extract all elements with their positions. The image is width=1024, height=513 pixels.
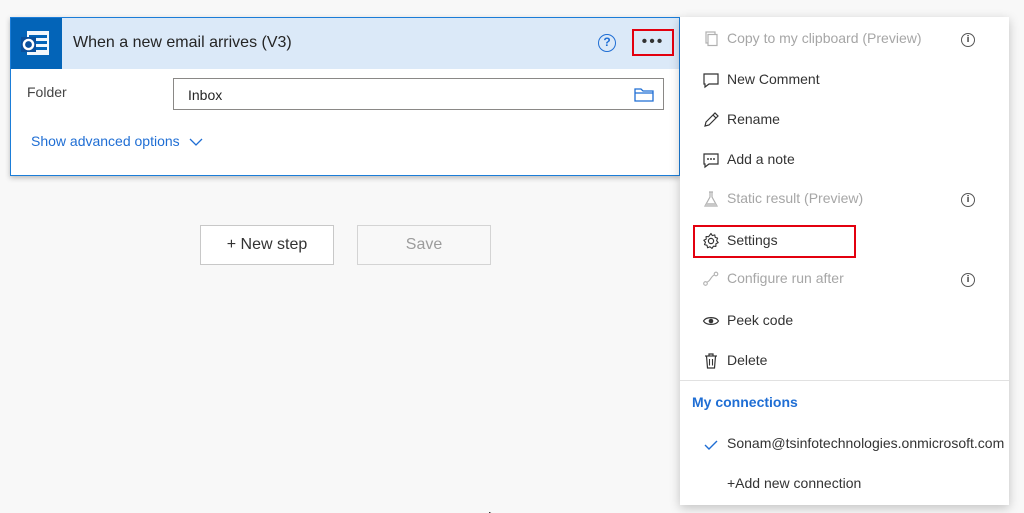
run-after-icon bbox=[702, 270, 720, 288]
comment-icon bbox=[702, 71, 720, 89]
eye-icon bbox=[702, 312, 720, 330]
outlook-icon bbox=[11, 18, 62, 69]
menu-item-new-comment[interactable]: New Comment bbox=[680, 60, 1009, 98]
menu-item-label: New Comment bbox=[727, 71, 820, 87]
menu-item-static-result[interactable]: Static result (Preview) i bbox=[680, 179, 1009, 217]
menu-divider bbox=[680, 380, 1009, 381]
menu-item-configure-run-after[interactable]: Configure run after i bbox=[680, 259, 1009, 297]
trigger-title[interactable]: When a new email arrives (V3) bbox=[73, 34, 292, 52]
info-icon[interactable]: i bbox=[961, 33, 975, 47]
show-advanced-options-label: Show advanced options bbox=[31, 133, 180, 149]
trash-icon bbox=[702, 352, 720, 370]
trigger-card-header[interactable]: When a new email arrives (V3) ? ••• bbox=[11, 18, 679, 69]
chevron-down-icon bbox=[189, 138, 203, 147]
menu-item-label: Rename bbox=[727, 111, 780, 127]
show-advanced-options-link[interactable]: Show advanced options bbox=[31, 133, 203, 149]
menu-item-copy-to-clipboard[interactable]: Copy to my clipboard (Preview) i bbox=[680, 19, 1009, 57]
folder-value: Inbox bbox=[188, 87, 223, 103]
gear-icon bbox=[702, 232, 720, 250]
menu-item-label: Configure run after bbox=[727, 270, 844, 286]
menu-item-label: Copy to my clipboard (Preview) bbox=[727, 30, 922, 46]
menu-item-delete[interactable]: Delete bbox=[680, 341, 1009, 379]
folder-input[interactable]: Inbox bbox=[173, 78, 664, 110]
copy-icon bbox=[702, 30, 720, 48]
more-options-button[interactable]: ••• bbox=[632, 29, 674, 56]
connection-label: Sonam@tsinfotechnologies.onmicrosoft.com bbox=[727, 435, 1005, 451]
menu-item-label: Add a note bbox=[727, 151, 795, 167]
connection-item[interactable]: Sonam@tsinfotechnologies.onmicrosoft.com bbox=[680, 431, 1009, 461]
menu-item-label: Settings bbox=[727, 232, 778, 248]
menu-item-rename[interactable]: Rename bbox=[680, 100, 1009, 138]
save-button[interactable]: Save bbox=[357, 225, 491, 265]
menu-item-label: Peek code bbox=[727, 312, 794, 328]
info-icon[interactable]: i bbox=[961, 273, 975, 287]
context-menu: Copy to my clipboard (Preview) i New Com… bbox=[680, 17, 1009, 505]
mouse-cursor-icon bbox=[488, 506, 496, 513]
menu-item-peek-code[interactable]: Peek code bbox=[680, 301, 1009, 339]
trigger-card[interactable]: When a new email arrives (V3) ? ••• Fold… bbox=[10, 17, 680, 176]
new-step-button[interactable]: + New step bbox=[200, 225, 334, 265]
menu-item-settings[interactable]: Settings bbox=[680, 221, 1009, 259]
add-new-connection-link[interactable]: +Add new connection bbox=[727, 475, 861, 491]
folder-icon[interactable] bbox=[634, 86, 654, 107]
menu-item-label: Static result (Preview) bbox=[727, 190, 864, 206]
folder-label: Folder bbox=[27, 84, 67, 100]
my-connections-header: My connections bbox=[692, 394, 798, 410]
info-icon[interactable]: i bbox=[961, 193, 975, 207]
note-icon bbox=[702, 151, 720, 169]
help-icon[interactable]: ? bbox=[598, 34, 616, 52]
menu-item-label: Delete bbox=[727, 352, 768, 368]
checkmark-icon bbox=[704, 438, 718, 456]
menu-item-add-a-note[interactable]: Add a note bbox=[680, 140, 1009, 178]
pencil-icon bbox=[702, 111, 720, 129]
flask-icon bbox=[702, 190, 720, 208]
